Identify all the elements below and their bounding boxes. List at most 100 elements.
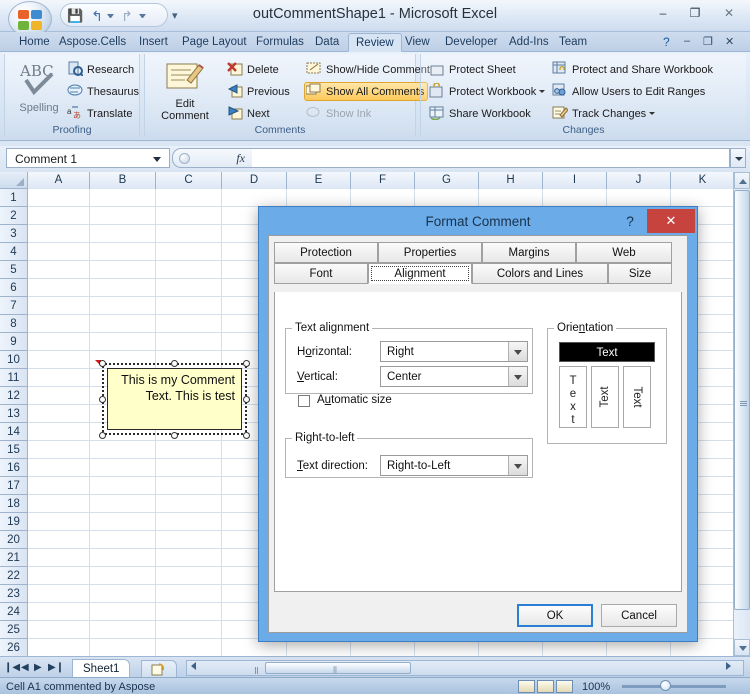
previous-comment-button[interactable]: Previous [227, 83, 290, 100]
row-header-3[interactable]: 3 [0, 225, 28, 243]
dialog-tab-font[interactable]: Font [274, 263, 368, 284]
row-header-20[interactable]: 20 [0, 531, 28, 549]
row-header-2[interactable]: 2 [0, 207, 28, 225]
next-sheet-icon[interactable]: ▶ [34, 660, 42, 675]
row-header-19[interactable]: 19 [0, 513, 28, 531]
track-changes-dropdown-icon[interactable] [649, 112, 656, 115]
row-header-8[interactable]: 8 [0, 315, 28, 333]
ribbon-tab-insert[interactable]: Insert [132, 33, 175, 52]
row-header-10[interactable]: 10 [0, 351, 28, 369]
resize-handle-e[interactable] [243, 396, 250, 403]
row-header-9[interactable]: 9 [0, 333, 28, 351]
select-all-corner[interactable] [0, 172, 28, 189]
ribbon-tab-home[interactable]: Home [12, 33, 57, 52]
row-header-23[interactable]: 23 [0, 585, 28, 603]
ribbon-tab-review[interactable]: Review [348, 33, 402, 52]
row-header-4[interactable]: 4 [0, 243, 28, 261]
dialog-help-button[interactable]: ? [619, 210, 641, 232]
scroll-up-button[interactable] [734, 172, 750, 189]
ribbon-tab-aspose-cells[interactable]: Aspose.Cells [52, 33, 133, 52]
protect-workbook-button[interactable]: Protect Workbook [429, 82, 546, 100]
column-header-f[interactable]: F [351, 172, 415, 189]
insert-worksheet-button[interactable] [141, 660, 177, 678]
horizontal-alignment-dropdown-icon[interactable] [508, 342, 527, 361]
view-buttons[interactable] [518, 680, 575, 694]
row-header-7[interactable]: 7 [0, 297, 28, 315]
first-sheet-icon[interactable]: ❙◀ [4, 660, 20, 675]
resize-handle-w[interactable] [99, 396, 106, 403]
zoom-slider-knob[interactable] [660, 680, 671, 691]
row-header-11[interactable]: 11 [0, 369, 28, 387]
protect-and-share-workbook-button[interactable]: Protect and Share Workbook [552, 61, 713, 78]
orientation-horizontal-option[interactable]: Text [559, 342, 655, 362]
page-layout-view-icon[interactable] [537, 680, 554, 693]
expand-formula-bar-button[interactable] [730, 148, 746, 168]
orientation-stacked-option[interactable]: Text [559, 366, 587, 428]
row-header-18[interactable]: 18 [0, 495, 28, 513]
horizontal-scrollbar-thumb[interactable]: ⦀ [265, 662, 411, 675]
restore-window-icon[interactable]: ❐ [703, 35, 713, 48]
dialog-tab-protection[interactable]: Protection [274, 242, 378, 263]
hscroll-split-grip-icon[interactable] [255, 665, 263, 674]
orientation-rotate-up-option[interactable]: Text [591, 366, 619, 428]
dialog-tab-web[interactable]: Web [576, 242, 672, 263]
normal-view-icon[interactable] [518, 680, 535, 693]
row-header-13[interactable]: 13 [0, 405, 28, 423]
column-header-j[interactable]: J [607, 172, 671, 189]
row-header-1[interactable]: 1 [0, 189, 28, 207]
dialog-tab-alignment[interactable]: Alignment [368, 263, 472, 284]
allow-users-to-edit-ranges-button[interactable]: Allow Users to Edit Ranges [552, 83, 705, 100]
resize-handle-ne[interactable] [243, 360, 250, 367]
show-hide-comment-button[interactable]: Show/Hide Comment [306, 61, 430, 78]
automatic-size-checkbox[interactable] [298, 395, 310, 407]
dialog-tab-colors-and-lines[interactable]: Colors and Lines [472, 263, 608, 284]
edit-comment-button[interactable]: Edit Comment [153, 60, 217, 122]
sheet-tab-sheet1[interactable]: Sheet1 [72, 659, 131, 678]
row-header-16[interactable]: 16 [0, 459, 28, 477]
close-button[interactable]: ✕ [712, 2, 746, 24]
column-header-g[interactable]: G [415, 172, 479, 189]
column-header-i[interactable]: I [543, 172, 607, 189]
thesaurus-button[interactable]: Thesaurus [67, 83, 139, 100]
horizontal-scrollbar[interactable]: ⦀ [186, 660, 744, 676]
resize-handle-se[interactable] [243, 432, 250, 439]
track-changes-button[interactable]: Track Changes [552, 105, 656, 122]
ribbon-tab-developer[interactable]: Developer [438, 33, 504, 52]
row-header-5[interactable]: 5 [0, 261, 28, 279]
minimize-ribbon-icon[interactable]: – [684, 35, 690, 47]
row-header-6[interactable]: 6 [0, 279, 28, 297]
zoom-slider[interactable] [622, 685, 726, 688]
protect-workbook-dropdown-icon[interactable] [539, 90, 546, 93]
row-header-12[interactable]: 12 [0, 387, 28, 405]
vertical-scrollbar-thumb[interactable] [734, 190, 750, 610]
ribbon-tab-team[interactable]: Team [552, 33, 594, 52]
column-header-k[interactable]: K [671, 172, 735, 189]
row-header-15[interactable]: 15 [0, 441, 28, 459]
horizontal-alignment-combo[interactable]: Right [380, 341, 528, 362]
row-header-25[interactable]: 25 [0, 621, 28, 639]
row-header-14[interactable]: 14 [0, 423, 28, 441]
column-header-e[interactable]: E [287, 172, 351, 189]
resize-handle-sw[interactable] [99, 432, 106, 439]
dialog-tab-size[interactable]: Size [608, 263, 672, 284]
scroll-down-button[interactable] [734, 639, 750, 656]
ribbon-tab-page-layout[interactable]: Page Layout [175, 33, 254, 52]
column-header-b[interactable]: B [90, 172, 156, 189]
dialog-tab-margins[interactable]: Margins [482, 242, 576, 263]
formula-input[interactable] [252, 148, 730, 168]
text-direction-dropdown-icon[interactable] [508, 456, 527, 475]
row-header-24[interactable]: 24 [0, 603, 28, 621]
dialog-tab-properties[interactable]: Properties [378, 242, 482, 263]
ribbon-tab-add-ins[interactable]: Add-Ins [502, 33, 556, 52]
ok-button[interactable]: OK [517, 604, 593, 627]
name-box-dropdown-icon[interactable] [153, 157, 161, 162]
cancel-button[interactable]: Cancel [601, 604, 677, 627]
ribbon-tab-view[interactable]: View [398, 33, 437, 52]
ribbon-tab-data[interactable]: Data [308, 33, 346, 52]
protect-sheet-button[interactable]: Protect Sheet [429, 61, 516, 78]
help-icon[interactable]: ? [663, 35, 670, 49]
expand-formula-bar-icon[interactable] [179, 153, 190, 164]
delete-comment-button[interactable]: Delete [227, 61, 279, 78]
maximize-button[interactable]: ❐ [680, 2, 710, 24]
show-all-comments-button[interactable]: Show All Comments [304, 82, 429, 101]
